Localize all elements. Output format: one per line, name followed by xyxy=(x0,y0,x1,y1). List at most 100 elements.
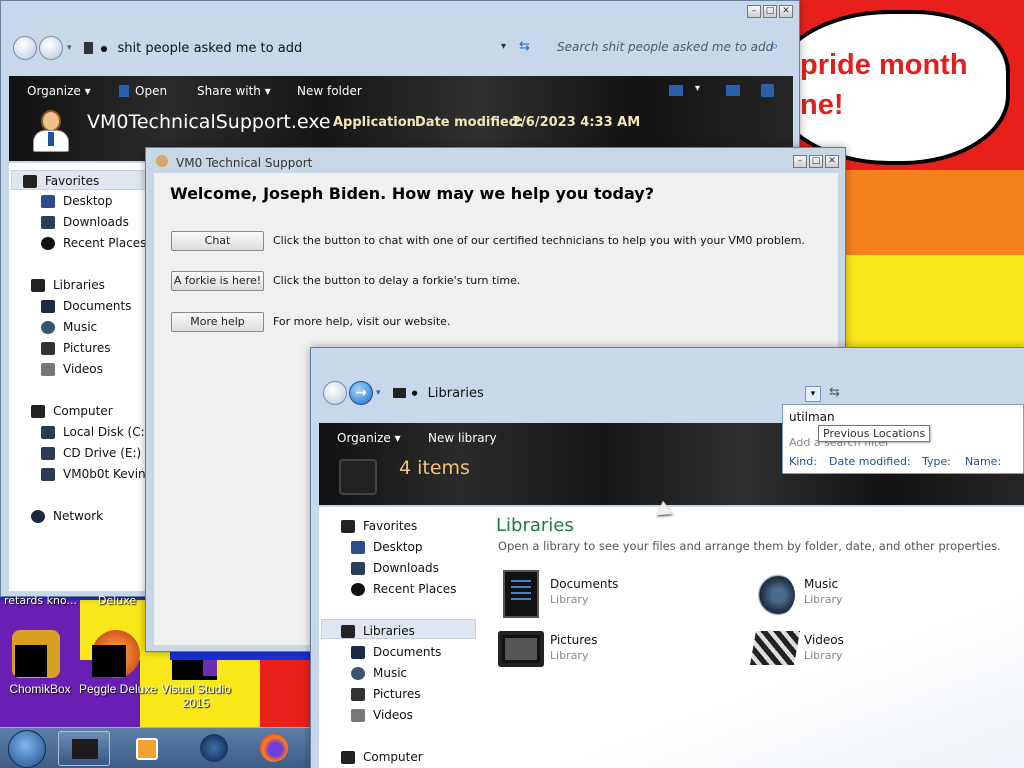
address-path[interactable]: shit people asked me to add xyxy=(118,41,303,56)
peggle-label[interactable]: Peggle Deluxe xyxy=(78,682,158,696)
refresh-icon[interactable]: ⇆ xyxy=(519,39,530,54)
help-icon[interactable] xyxy=(761,84,774,97)
search-input-value[interactable]: utilman xyxy=(789,410,835,424)
nav-libraries[interactable]: Libraries xyxy=(31,278,105,292)
start-button[interactable] xyxy=(8,730,46,768)
nav-desktop[interactable]: Desktop xyxy=(41,194,113,208)
lib-nav-computer[interactable]: Computer xyxy=(341,750,423,764)
chat-button[interactable]: Chat xyxy=(171,231,264,251)
filter-name[interactable]: Name: xyxy=(965,455,1001,468)
libraries-folder-icon xyxy=(392,388,406,398)
pictures-library-type: Library xyxy=(550,649,589,662)
videos-library-icon[interactable] xyxy=(750,631,800,665)
back-button[interactable] xyxy=(13,36,37,60)
more-help-button[interactable]: More help xyxy=(171,312,264,332)
nav-documents[interactable]: Documents xyxy=(41,299,131,313)
maximize-button[interactable]: □ xyxy=(763,5,777,18)
open-button[interactable]: Open xyxy=(119,84,167,98)
libraries-icon xyxy=(31,278,45,292)
nav-music[interactable]: Music xyxy=(41,320,97,334)
new-folder-button[interactable]: New folder xyxy=(297,84,362,98)
nav-recent-places[interactable]: Recent Places xyxy=(41,236,146,250)
search-input[interactable]: Search shit people asked me to add xyxy=(557,40,773,54)
dialog-close-button[interactable]: ✕ xyxy=(825,155,839,168)
banner-line-2: ne! xyxy=(800,89,844,121)
new-library-button[interactable]: New library xyxy=(428,431,497,445)
lib-nav-music[interactable]: Music xyxy=(351,666,407,680)
nav-network[interactable]: Network xyxy=(31,509,103,523)
libraries-content-pane: Libraries Open a library to see your fil… xyxy=(489,507,1024,768)
documents-library-icon[interactable] xyxy=(503,570,539,618)
forkie-button[interactable]: A forkie is here! xyxy=(171,271,264,291)
pictures-library-name[interactable]: Pictures xyxy=(550,633,598,647)
lib-nav-downloads[interactable]: Downloads xyxy=(351,561,439,575)
taskbar-explorer[interactable] xyxy=(58,731,110,766)
views-dropdown-icon[interactable]: ▾ xyxy=(695,83,700,94)
pictures-library-icon[interactable] xyxy=(498,631,544,667)
share-with-label: Share with xyxy=(197,84,261,98)
libraries-address-dropdown-icon[interactable]: ▾ xyxy=(805,386,821,402)
lib-nav-videos[interactable]: Videos xyxy=(351,708,413,722)
nav-pictures[interactable]: Pictures xyxy=(41,341,111,355)
lib-nav-documents-label: Documents xyxy=(373,645,442,659)
nav-local-disk-label: Local Disk (C:) xyxy=(63,425,150,439)
lib-music-icon xyxy=(351,666,365,680)
forward-button[interactable] xyxy=(39,36,63,60)
organize-menu[interactable]: Organize ▾ xyxy=(27,84,91,98)
lib-nav-libraries[interactable]: Libraries xyxy=(341,624,415,638)
nav-cd-drive-label: CD Drive (E:) xyxy=(63,446,142,460)
filter-type[interactable]: Type: xyxy=(922,455,951,468)
libraries-refresh-icon[interactable]: ⇆ xyxy=(829,385,840,400)
nav-local-disk[interactable]: Local Disk (C:) xyxy=(41,425,149,439)
search-icon[interactable]: ⌕ xyxy=(771,39,778,54)
taskbar-globe[interactable] xyxy=(186,731,238,766)
breadcrumb-arrow-icon[interactable]: ● xyxy=(101,44,108,53)
music-library-name[interactable]: Music xyxy=(804,577,838,591)
recent-pages-chevron-icon[interactable]: ▾ xyxy=(67,43,72,53)
libraries-back-button[interactable] xyxy=(323,381,347,405)
minimize-button[interactable]: – xyxy=(747,5,761,18)
views-icon[interactable] xyxy=(669,85,683,96)
lib-nav-desktop[interactable]: Desktop xyxy=(351,540,423,554)
documents-library-name[interactable]: Documents xyxy=(550,577,618,591)
videos-library-type: Library xyxy=(804,649,843,662)
dialog-minimize-button[interactable]: – xyxy=(793,155,807,168)
nav-favorites[interactable]: Favorites xyxy=(23,174,99,188)
libraries-organize-menu[interactable]: Organize ▾ xyxy=(337,431,401,445)
libraries-breadcrumb-arrow-icon[interactable]: ● xyxy=(412,389,418,397)
lib-nav-downloads-label: Downloads xyxy=(373,561,439,575)
nav-recent-label: Recent Places xyxy=(63,236,147,250)
nav-network-drive[interactable]: VM0b0t KevinSit xyxy=(41,467,161,481)
dialog-title: VM0 Technical Support xyxy=(176,156,313,170)
nav-downloads[interactable]: Downloads xyxy=(41,215,129,229)
lib-nav-pictures[interactable]: Pictures xyxy=(351,687,421,701)
lib-nav-recent[interactable]: Recent Places xyxy=(351,582,456,596)
dialog-window-controls: – □ ✕ xyxy=(793,155,839,168)
taskbar-media-player[interactable] xyxy=(120,731,172,766)
chomikbox-label[interactable]: ChomikBox xyxy=(0,682,80,696)
dialog-maximize-button[interactable]: □ xyxy=(809,155,823,168)
taskbar-firefox[interactable] xyxy=(246,731,298,766)
nav-computer[interactable]: Computer xyxy=(31,404,113,418)
libraries-forward-button[interactable]: → xyxy=(349,381,373,405)
close-button[interactable]: ✕ xyxy=(779,5,793,18)
lib-nav-documents[interactable]: Documents xyxy=(351,645,441,659)
lib-nav-favorites[interactable]: Favorites xyxy=(341,519,417,533)
lib-nav-favorites-label: Favorites xyxy=(363,519,418,533)
libraries-recent-chevron-icon[interactable]: ▾ xyxy=(376,388,381,398)
open-icon xyxy=(119,85,129,97)
filter-kind[interactable]: Kind: xyxy=(789,455,817,468)
preview-pane-icon[interactable] xyxy=(726,85,740,96)
libraries-address-path[interactable]: Libraries xyxy=(428,386,484,401)
lib-documents-icon xyxy=(351,645,365,659)
chat-description: Click the button to chat with one of our… xyxy=(273,234,805,247)
videos-library-name[interactable]: Videos xyxy=(804,633,844,647)
music-library-icon[interactable] xyxy=(753,573,795,617)
filter-date-modified[interactable]: Date modified: xyxy=(829,455,911,468)
share-with-menu[interactable]: Share with ▾ xyxy=(197,84,271,98)
nav-cd-drive[interactable]: CD Drive (E:) xyxy=(41,446,141,460)
address-dropdown-icon[interactable]: ▾ xyxy=(501,41,506,52)
nav-videos[interactable]: Videos xyxy=(41,362,103,376)
music-library-type: Library xyxy=(804,593,843,606)
visual-studio-label[interactable]: Visual Studio 2015 xyxy=(156,682,236,710)
